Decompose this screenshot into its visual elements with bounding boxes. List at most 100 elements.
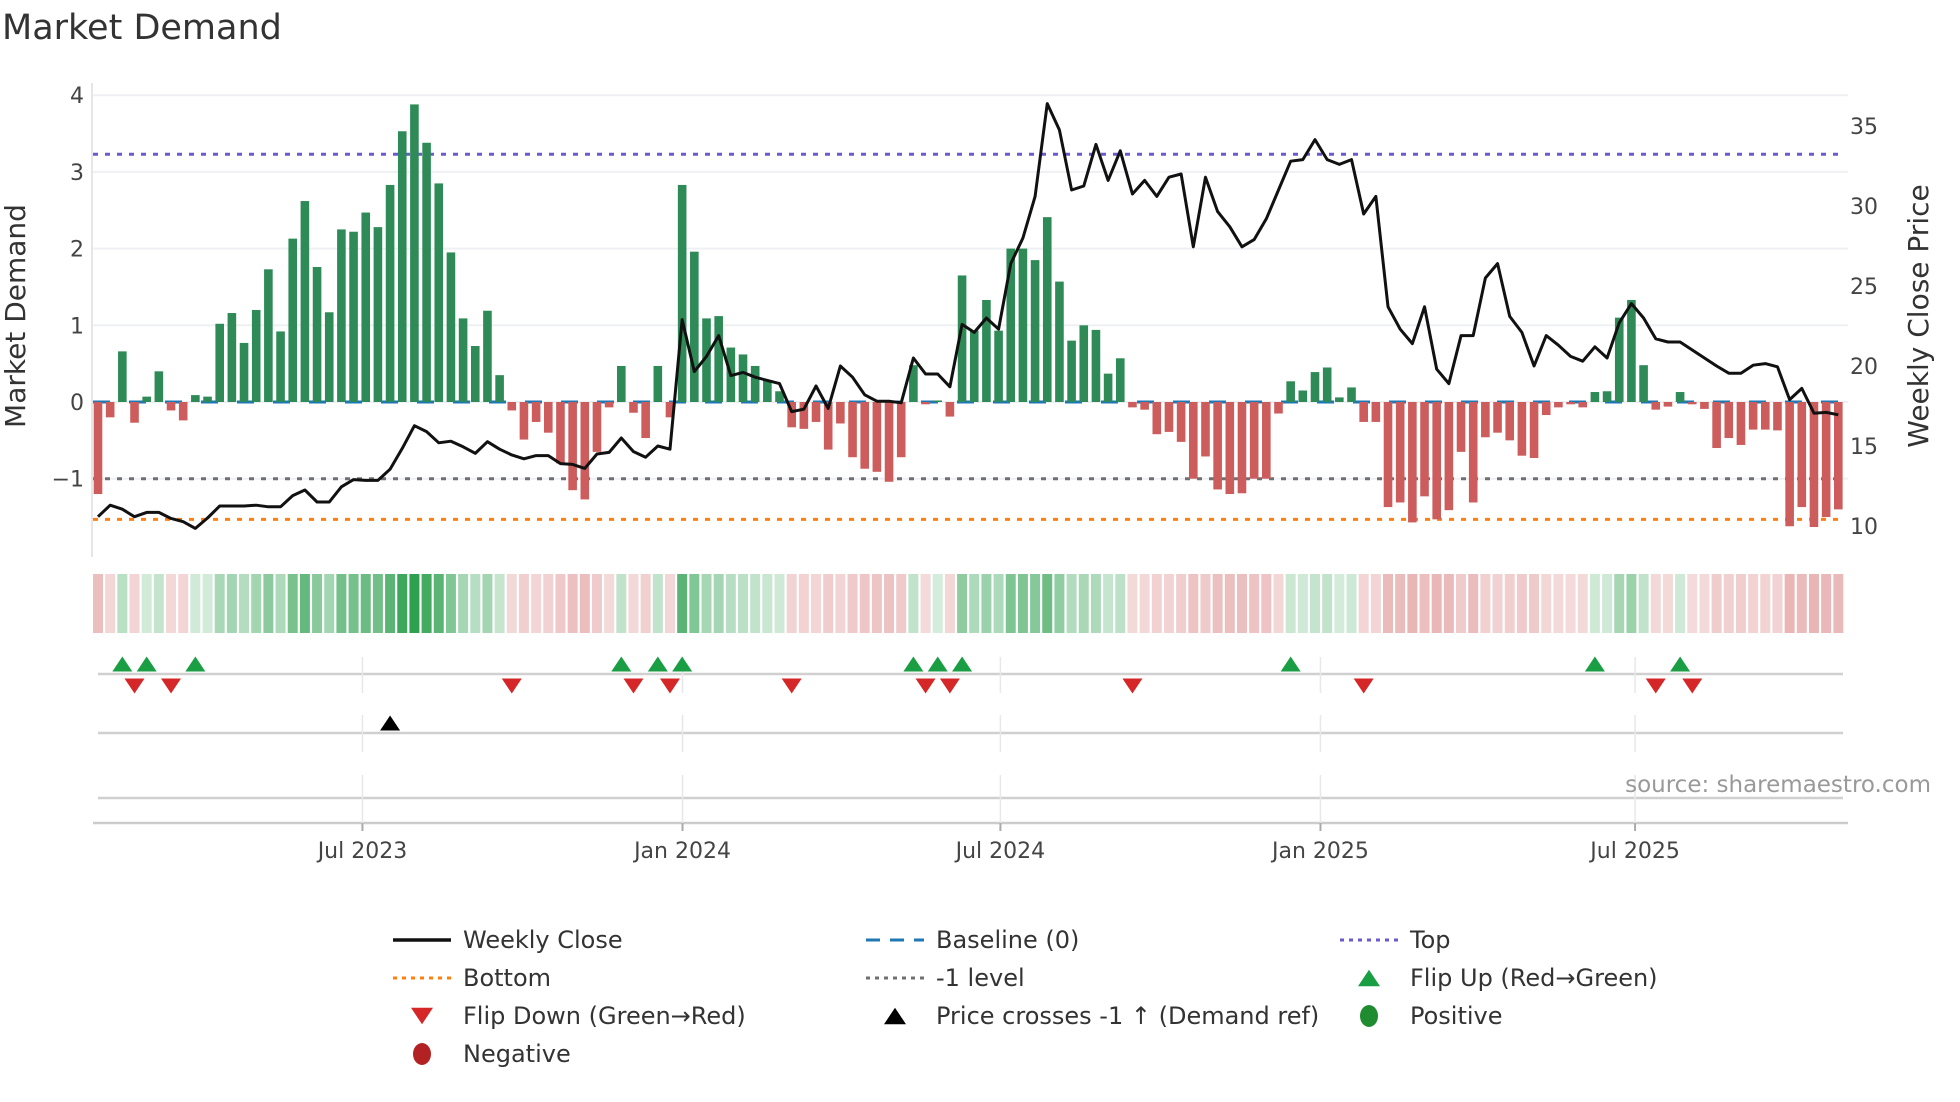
heat-cell <box>202 574 213 633</box>
demand-bar <box>1225 402 1235 495</box>
heat-cell <box>664 574 675 633</box>
demand-bar <box>738 354 748 402</box>
demand-bar <box>1286 381 1295 402</box>
heat-cell <box>1261 574 1272 633</box>
heat-cell <box>738 574 749 633</box>
y-tick-label: 0 <box>70 391 84 416</box>
demand-bar <box>1103 373 1113 402</box>
demand-bar <box>1444 402 1454 511</box>
flip-down-marker <box>939 678 960 694</box>
demand-bar <box>1140 402 1149 410</box>
heat-cell <box>1176 574 1187 633</box>
heat-cell <box>518 574 529 633</box>
heat-cell <box>433 574 444 633</box>
demand-bar <box>507 402 517 411</box>
heat-cell <box>993 574 1004 633</box>
heat-cell <box>482 574 493 633</box>
demand-bar <box>1675 392 1685 402</box>
demand-bar <box>1347 387 1356 402</box>
demand-bar <box>763 380 772 402</box>
heat-cell <box>1711 574 1722 633</box>
demand-bar <box>933 400 943 402</box>
legend-item: Price crosses -1 ↑ (Demand ref) <box>884 1002 1319 1030</box>
flip-up-red-green-legend-triangle-icon <box>1358 969 1380 987</box>
demand-bar <box>641 402 650 439</box>
demand-bar <box>1712 402 1721 449</box>
heat-cell <box>1358 574 1369 633</box>
heat-cell <box>884 574 895 633</box>
demand-bar <box>1164 402 1174 432</box>
x-tick-label: Jan 2024 <box>632 839 731 864</box>
legend-label: -1 level <box>936 964 1025 992</box>
heat-cell <box>360 574 371 633</box>
heat-cell <box>117 574 128 633</box>
heat-cell <box>1626 574 1637 633</box>
heat-cell <box>1468 574 1479 633</box>
flip-down-green-red-legend-triangle-icon <box>411 1007 433 1025</box>
demand-bar <box>312 267 322 402</box>
heat-cell <box>1735 574 1746 633</box>
demand-bar <box>1432 402 1441 520</box>
demand-bar <box>470 346 480 402</box>
heat-cell <box>628 574 639 633</box>
heat-cell <box>579 574 590 633</box>
x-tick-label: Jul 2025 <box>1588 839 1680 864</box>
demand-bar <box>251 309 261 402</box>
heat-cell <box>543 574 554 633</box>
y2-tick-label: 30 <box>1850 195 1878 220</box>
heat-cell <box>616 574 627 633</box>
heat-cell <box>93 574 103 633</box>
heat-cell <box>823 574 834 633</box>
heat-cell <box>141 574 152 633</box>
demand-bar <box>1736 402 1746 445</box>
demand-bar <box>239 342 249 402</box>
demand-bar <box>373 227 383 402</box>
heat-cell <box>275 574 286 633</box>
heat-cell <box>1042 574 1053 633</box>
source-credit: source: sharemaestro.com <box>1625 772 1931 798</box>
heat-cell <box>1200 574 1211 633</box>
demand-heat-strip <box>93 574 1844 633</box>
heat-cell <box>226 574 237 633</box>
legend-item: -1 level <box>866 964 1025 992</box>
demand-bar <box>653 365 663 402</box>
demand-bar <box>519 402 529 440</box>
heat-cell <box>1419 574 1430 633</box>
heat-cell <box>1346 574 1357 633</box>
flip-up-marker <box>1584 656 1605 672</box>
y2-axis-label: Weekly Close Price <box>1902 184 1935 447</box>
demand-bar <box>896 402 906 458</box>
heat-cell <box>1030 574 1041 633</box>
demand-bar <box>1371 402 1381 422</box>
heat-cell <box>567 574 578 633</box>
legend-label: Flip Down (Green→Red) <box>463 1002 746 1030</box>
demand-bar <box>568 402 577 491</box>
heat-cell <box>1456 574 1467 633</box>
demand-bar <box>1249 402 1259 479</box>
weekly-close-series <box>96 102 1839 530</box>
demand-bar <box>1067 340 1076 402</box>
heat-cell <box>689 574 700 633</box>
demand-bar <box>1237 402 1247 494</box>
demand-bar <box>750 365 760 402</box>
demand-bar <box>324 312 334 402</box>
demand-bar <box>1797 402 1807 508</box>
demand-bar <box>1152 402 1162 435</box>
flip-down-marker <box>915 678 936 694</box>
heat-cell <box>604 574 615 633</box>
demand-bar <box>1115 358 1125 402</box>
demand-bar <box>811 402 821 422</box>
demand-bar <box>860 402 870 469</box>
heat-cell <box>750 574 761 633</box>
demand-bar <box>1517 402 1527 456</box>
flip-up-marker <box>136 656 157 672</box>
heat-cell <box>1163 574 1174 633</box>
heat-cell <box>1662 574 1673 633</box>
heat-cell <box>1675 574 1686 633</box>
demand-bar <box>690 251 699 402</box>
heat-cell <box>932 574 943 633</box>
legend-label: Flip Up (Red→Green) <box>1410 964 1658 992</box>
y-tick-label: −1 <box>52 468 84 493</box>
demand-bar <box>945 402 955 417</box>
demand-bar <box>361 212 371 402</box>
